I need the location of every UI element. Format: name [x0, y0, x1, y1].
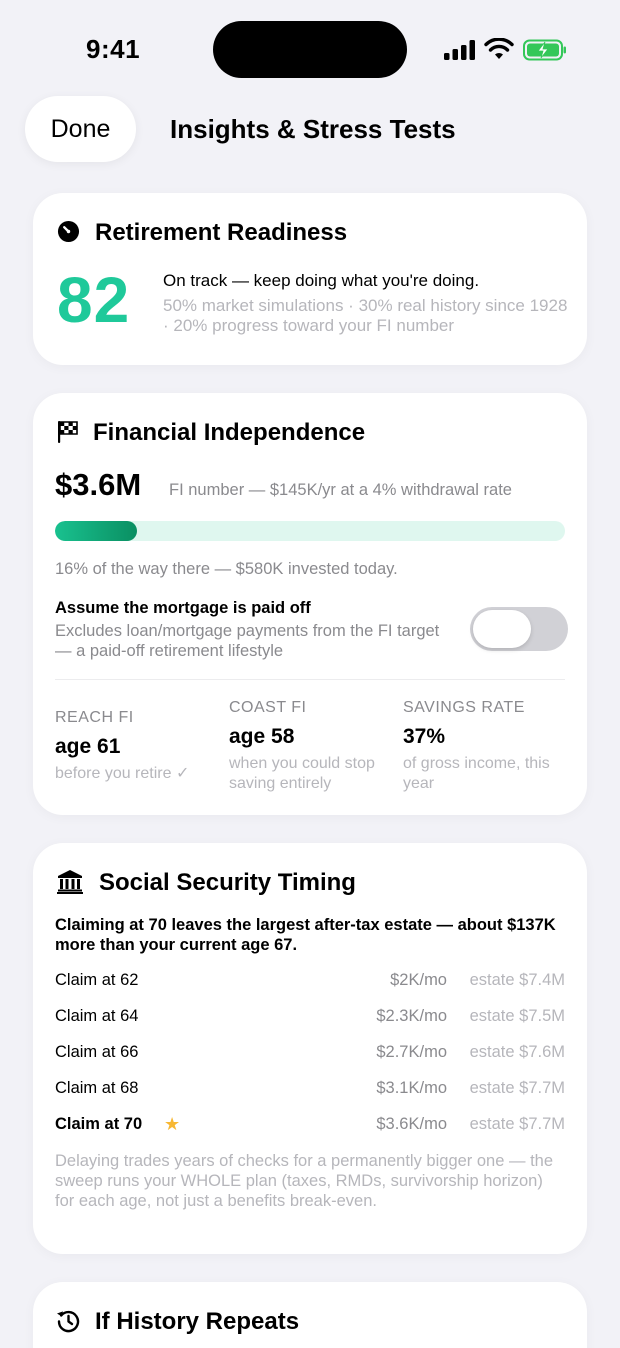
claim-estate: estate $7.7M [469, 1115, 565, 1133]
cellular-signal-icon [444, 40, 475, 60]
dynamic-island [213, 21, 407, 78]
stat-coast-fi: COAST FI age 58 when you could stop savi… [229, 699, 399, 794]
done-button[interactable]: Done [25, 96, 136, 162]
checkered-flag-icon [58, 421, 78, 443]
bank-building-icon [57, 870, 83, 894]
claim-monthly: $2K/mo [390, 971, 447, 989]
claim-age: Claim at 70 [55, 1115, 143, 1133]
claim-monthly: $2.3K/mo [376, 1007, 447, 1025]
financial-independence-card: Financial Independence $3.6M FI number —… [33, 393, 587, 815]
if-history-repeats-title: If History Repeats [95, 1308, 300, 1335]
stat-sub: before you retire ✓ [55, 765, 190, 782]
retirement-readiness-card: Retirement Readiness 82 On track — keep … [33, 193, 587, 365]
stat-sub: when you could stop saving entirely [229, 755, 375, 792]
stat-value: age 61 [55, 735, 121, 758]
stat-reach-fi: REACH FI age 61 before you retire ✓ [55, 709, 225, 784]
claim-age: Claim at 68 [55, 1079, 139, 1097]
if-history-repeats-card: If History Repeats [33, 1282, 587, 1348]
claim-row: Claim at 68 $3.1K/mo estate $7.7M [55, 1079, 565, 1103]
fi-progress-fill [55, 521, 137, 541]
mortgage-paid-off-toggle[interactable] [470, 607, 568, 651]
claim-age: Claim at 66 [55, 1043, 139, 1061]
gauge-icon [57, 220, 80, 243]
star-icon: ★ [164, 1114, 181, 1134]
mortgage-toggle-label: Assume the mortgage is paid off [55, 599, 311, 617]
social-security-note: Delaying trades years of checks for a pe… [55, 1152, 554, 1210]
claim-estate: estate $7.6M [469, 1043, 565, 1061]
stat-sub: of gross income, this year [403, 755, 550, 792]
claim-estate: estate $7.5M [469, 1007, 565, 1025]
page-title: Insights & Stress Tests [170, 114, 456, 144]
claim-estate: estate $7.4M [469, 971, 565, 989]
readiness-headline: On track — keep doing what you're doing. [163, 271, 480, 290]
stat-value: 37% [403, 725, 446, 748]
stat-label: SAVINGS RATE [403, 699, 525, 716]
stat-savings-rate: SAVINGS RATE 37% of gross income, this y… [403, 699, 573, 794]
retirement-readiness-title: Retirement Readiness [95, 219, 348, 246]
claim-monthly: $3.1K/mo [376, 1079, 447, 1097]
fi-progress-bar [55, 521, 565, 541]
fi-number-description: FI number — $145K/yr at a 4% withdrawal … [169, 481, 512, 499]
stat-label: REACH FI [55, 709, 134, 726]
fi-progress-text: 16% of the way there — $580K invested to… [55, 560, 398, 578]
toggle-knob [473, 610, 531, 648]
status-bar: 9:41 [0, 0, 620, 100]
claim-row: Claim at 62 $2K/mo estate $7.4M [55, 971, 565, 995]
social-security-summary: Claiming at 70 leaves the largest after-… [55, 916, 556, 954]
readiness-detail: 50% market simulations · 30% real histor… [163, 296, 568, 335]
claim-monthly: $2.7K/mo [376, 1043, 447, 1061]
divider [55, 679, 565, 680]
history-clock-icon [57, 1310, 80, 1333]
claim-row: Claim at 64 $2.3K/mo estate $7.5M [55, 1007, 565, 1031]
readiness-score: 82 [57, 264, 131, 336]
fi-number: $3.6M [55, 467, 142, 502]
claim-age: Claim at 62 [55, 971, 139, 989]
claim-row-best: Claim at 70 ★ $3.6K/mo estate $7.7M [55, 1114, 565, 1139]
status-time: 9:41 [86, 34, 141, 64]
mortgage-toggle-description: Excludes loan/mortgage payments from the… [55, 622, 440, 660]
claim-age: Claim at 64 [55, 1007, 139, 1025]
stat-value: age 58 [229, 725, 295, 748]
financial-independence-title: Financial Independence [93, 419, 366, 446]
battery-charging-icon [523, 39, 566, 61]
social-security-title: Social Security Timing [99, 869, 356, 896]
wifi-icon [484, 38, 514, 59]
stat-label: COAST FI [229, 699, 307, 716]
claim-row: Claim at 66 $2.7K/mo estate $7.6M [55, 1043, 565, 1067]
claim-estate: estate $7.7M [469, 1079, 565, 1097]
claim-monthly: $3.6K/mo [376, 1115, 447, 1133]
social-security-card: Social Security Timing Claiming at 70 le… [33, 843, 587, 1254]
